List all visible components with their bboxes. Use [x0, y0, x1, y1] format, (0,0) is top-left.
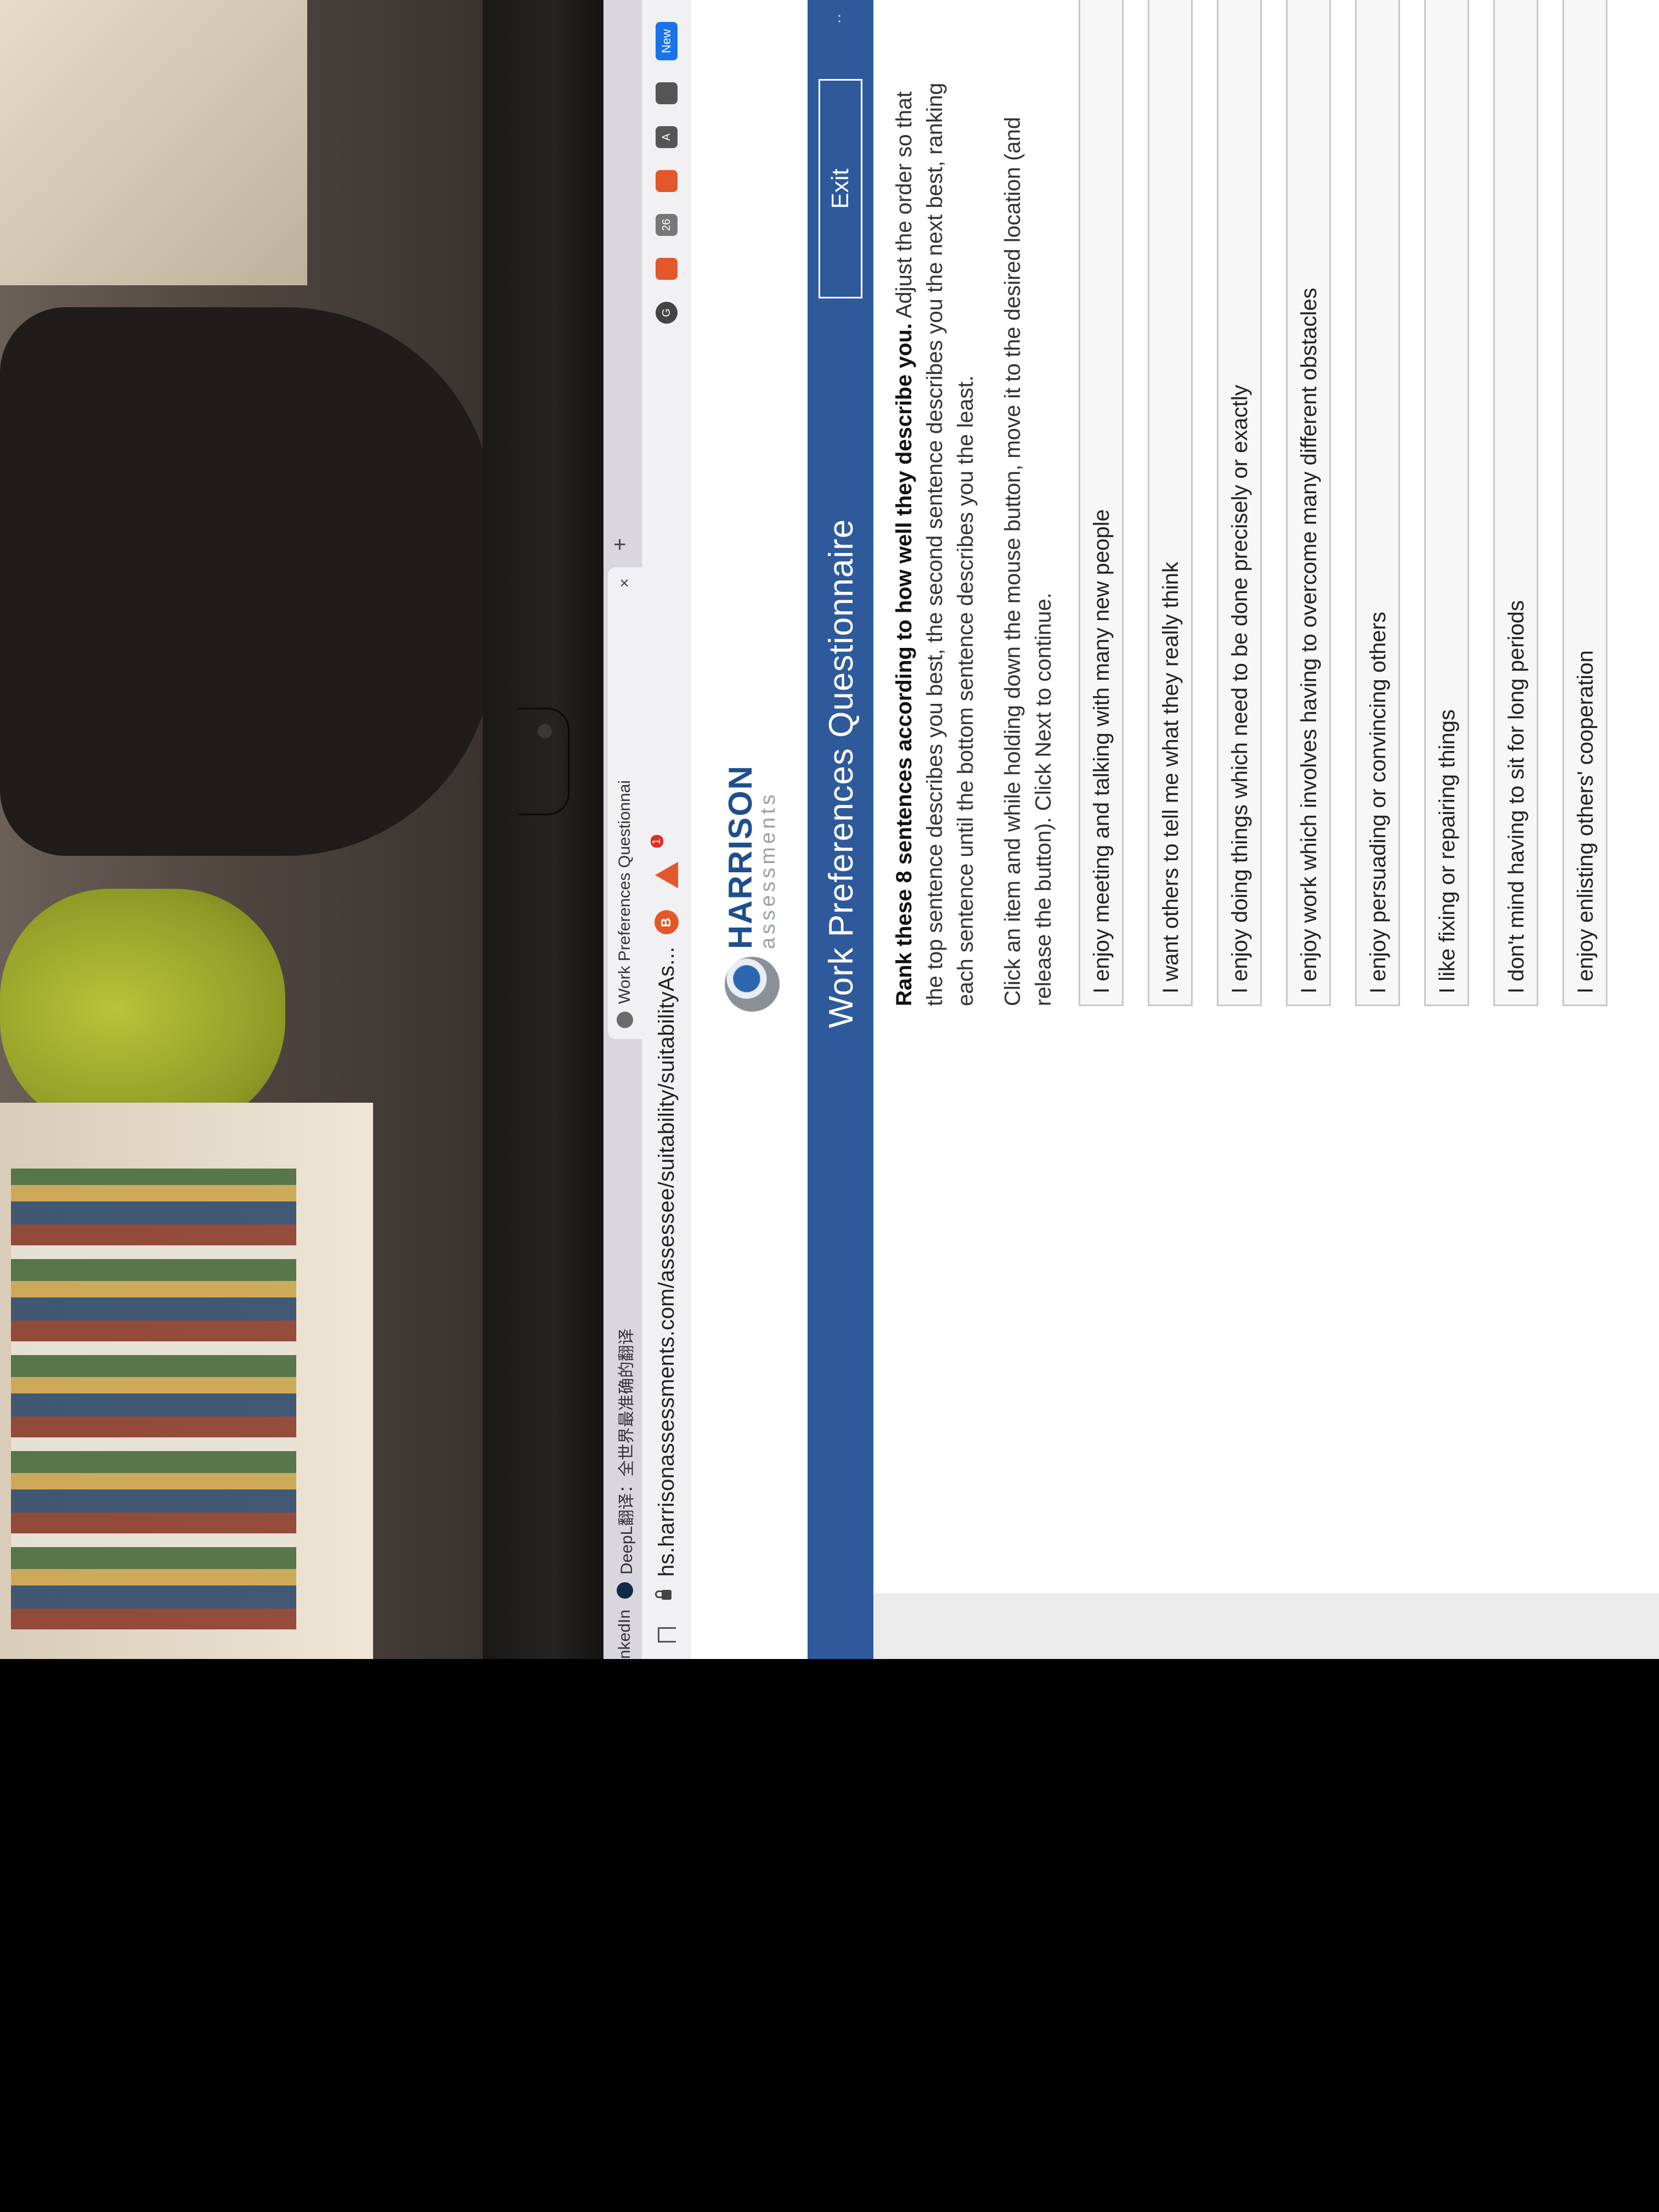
- reader-icon[interactable]: A: [656, 126, 678, 148]
- tab-bar: nkedIn DeepL翻译：全世界最准确的翻译 Work Preference…: [603, 0, 642, 1659]
- rewards-badge: 1: [650, 835, 663, 848]
- deepl-icon: [617, 1582, 633, 1599]
- harrison-logo[interactable]: HARRISON assessments: [722, 764, 780, 1012]
- counter-icon[interactable]: 26: [656, 214, 678, 236]
- monitor-bezel: [483, 0, 603, 1659]
- tab-label: nkedIn: [616, 1609, 634, 1659]
- site-header: HARRISON assessments: [691, 0, 806, 1659]
- browser-window: nkedIn DeepL翻译：全世界最准确的翻译 Work Preference…: [603, 0, 1659, 1659]
- rank-item[interactable]: I want others to tell me what they reall…: [1148, 0, 1193, 1006]
- rank-item[interactable]: I don't mind having to sit for long peri…: [1493, 0, 1538, 1006]
- instructions-bold: Rank these 8 sentences according to how …: [892, 323, 916, 1006]
- left-gutter: [808, 1593, 1659, 1659]
- brand-sub: assessments: [757, 791, 780, 949]
- globe-icon: [617, 1012, 633, 1028]
- webcam: [538, 724, 552, 738]
- ranking-instructions: Rank these 8 sentences according to how …: [889, 74, 981, 1006]
- tab-deepl[interactable]: DeepL翻译：全世界最准确的翻译: [608, 1050, 642, 1610]
- tab-label: Work Preferences Questionnai: [616, 780, 634, 1004]
- extension-icon[interactable]: [656, 258, 678, 280]
- brave-shield-icon[interactable]: B: [654, 910, 679, 935]
- rank-item[interactable]: I like fixing or repairing things: [1424, 0, 1469, 1006]
- tab-label: DeepL翻译：全世界最准确的翻译: [618, 1328, 636, 1575]
- logo-text: HARRISON assessments: [722, 764, 780, 949]
- brave-rewards-icon[interactable]: [655, 862, 678, 889]
- rank-item[interactable]: I enjoy doing things which need to be do…: [1217, 0, 1262, 1006]
- green-chair: [0, 889, 285, 1130]
- rank-item[interactable]: I enjoy meeting and talking with many ne…: [1079, 0, 1124, 1006]
- office-chair: [0, 307, 494, 856]
- tab-linkedin[interactable]: nkedIn: [608, 1610, 642, 1659]
- close-tab-icon[interactable]: ×: [616, 578, 634, 588]
- rank-list: I enjoy meeting and talking with many ne…: [1079, 0, 1607, 1006]
- bookmark-icon[interactable]: [657, 1627, 676, 1643]
- profiles-icon[interactable]: [656, 82, 678, 104]
- books: [11, 1169, 296, 1629]
- rank-item[interactable]: I enjoy persuading or convincing others: [1355, 0, 1400, 1006]
- page-title: Work Preferences Questionnaire: [822, 518, 860, 1028]
- drag-instructions: Click an item and while holding down the…: [1001, 117, 1056, 1006]
- banner-dots: ··: [830, 13, 848, 24]
- rank-item[interactable]: I enjoy work which involves having to ov…: [1286, 0, 1331, 1006]
- tab-work-preferences[interactable]: Work Preferences Questionnai ×: [608, 567, 642, 1039]
- new-tab-button[interactable]: +: [608, 538, 633, 551]
- questionnaire-content: Rank these 8 sentences according to how …: [889, 0, 1632, 1006]
- logo-ring-icon: [724, 957, 780, 1012]
- extension-icons: G 26 A New: [656, 22, 678, 324]
- rank-item[interactable]: I enjoy enlisting others' cooperation: [1562, 0, 1607, 1006]
- desk: [0, 0, 307, 285]
- brand-name: HARRISON: [722, 764, 759, 949]
- grammarly-icon[interactable]: G: [656, 302, 678, 324]
- address-extensions: B 1: [650, 827, 679, 935]
- pocket-icon[interactable]: [656, 170, 678, 192]
- new-feature-icon[interactable]: New: [656, 22, 678, 60]
- title-banner: Work Preferences Questionnaire Exit ··: [808, 0, 873, 1659]
- address-bar: hs.harrisonassessments.com/assessee/suit…: [642, 0, 691, 1659]
- exit-button[interactable]: Exit: [819, 79, 862, 298]
- url-field[interactable]: hs.harrisonassessments.com/assessee/suit…: [654, 946, 679, 1577]
- lock-icon[interactable]: [662, 1590, 672, 1600]
